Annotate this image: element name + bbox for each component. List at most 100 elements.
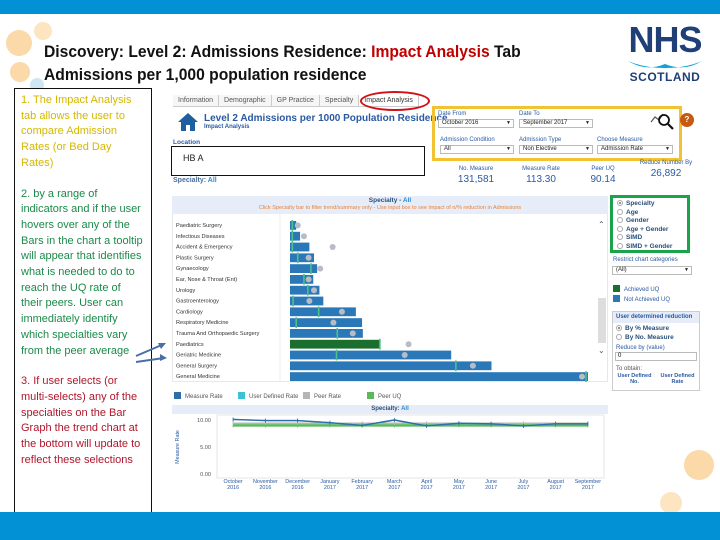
radio-gender[interactable]: Gender <box>617 217 683 226</box>
title-highlight: Impact Analysis <box>371 42 490 61</box>
peer-uq-marker <box>292 295 294 307</box>
category-label: Urology <box>176 288 195 294</box>
legend-label: Peer Rate <box>314 394 342 400</box>
choose-measure-value: Admission Rate <box>601 146 644 152</box>
date-from-select[interactable]: October 2016 ▼ <box>438 119 514 128</box>
radio-simd[interactable]: SIMD <box>617 234 683 243</box>
date-to-value: September 2017 <box>523 120 568 126</box>
bar[interactable] <box>290 361 492 371</box>
highlight-ring <box>360 91 430 111</box>
kpi-value: 113.30 <box>526 174 556 185</box>
legend-swatch <box>613 285 620 292</box>
peer-uq-marker <box>335 349 338 361</box>
bar[interactable] <box>290 318 363 327</box>
bar[interactable] <box>290 350 452 360</box>
admission-type-select[interactable]: Non Elective ▼ <box>519 145 593 154</box>
legend-swatch <box>367 392 374 399</box>
user-reduction-header: User determined reduction <box>613 312 699 323</box>
legend-label: Not Achieved UQ <box>624 297 671 303</box>
bar[interactable] <box>290 339 380 349</box>
restrict-value: (All) <box>616 267 627 273</box>
admission-type-label: Admission Type <box>519 137 562 143</box>
radio-label: By % Measure <box>625 325 670 332</box>
location-field[interactable]: HB A <box>171 146 425 176</box>
home-icon[interactable] <box>177 112 199 132</box>
peer-uq-marker <box>291 220 294 231</box>
radio-specialty[interactable]: Specialty <box>617 200 683 209</box>
bar-chart-title: Specialty - All <box>172 197 608 204</box>
bar[interactable] <box>290 307 356 317</box>
admission-condition-select[interactable]: All ▼ <box>440 145 514 154</box>
legend-label: Achieved UQ <box>624 287 660 293</box>
radio-icon <box>617 208 623 215</box>
category-label: Infectious Diseases <box>176 234 225 240</box>
radio-age[interactable]: Age <box>617 208 683 218</box>
trend-legend-peer-uq: Peer UQ <box>367 392 401 400</box>
tab-information[interactable]: Information <box>173 95 220 106</box>
kpi-measure-rate: Measure Rate 113.30 <box>513 166 569 185</box>
category-label: General Surgery <box>176 363 217 369</box>
chart-scrollbar[interactable]: ⌃ ⌄ <box>596 218 606 368</box>
legend-label: Measure Rate <box>185 394 223 400</box>
restrict-label: Restrict chart categories <box>613 257 678 263</box>
peer-rate-dot <box>294 222 301 229</box>
radio-by-number[interactable]: By No. Measure <box>613 333 699 343</box>
app-title: Level 2 Admissions per 1000 Population R… <box>204 113 448 124</box>
help-icon[interactable]: ? <box>680 113 694 127</box>
top-banner <box>0 0 720 14</box>
x-tick-label: 2016 <box>227 485 239 491</box>
chevron-down-icon: ▼ <box>665 146 670 152</box>
radio-label: SIMD + Gender <box>626 242 673 250</box>
tab-specialty[interactable]: Specialty <box>319 95 360 106</box>
x-tick-label: 2017 <box>324 485 336 491</box>
y-axis-label: Measure Rate <box>175 430 181 464</box>
kpi-label: Measure Rate <box>522 166 560 172</box>
tab-demographic[interactable]: Demographic <box>219 95 272 106</box>
category-label: Plastic Surgery <box>176 255 214 261</box>
radio-by-percent[interactable]: By % Measure <box>613 323 699 334</box>
note-1: 1. The Impact Analysis tab allows the us… <box>21 94 132 169</box>
kpi-label: Reduce Number By <box>639 160 693 166</box>
legend-swatch <box>613 295 620 302</box>
scroll-thumb[interactable] <box>598 298 606 343</box>
zoom-chart-icon[interactable] <box>650 110 674 130</box>
choose-measure-select[interactable]: Admission Rate ▼ <box>597 145 673 154</box>
peer-uq-marker <box>295 317 297 328</box>
x-tick-label: 2017 <box>388 485 400 491</box>
bar[interactable] <box>290 231 301 241</box>
trend-chart: 0.005.0010.00Measure RateOctober2016Nove… <box>175 414 605 491</box>
date-from-value: October 2016 <box>442 120 479 126</box>
legend-swatch <box>303 392 310 399</box>
tab-gp-practice[interactable]: GP Practice <box>271 95 320 106</box>
peer-rate-dot <box>305 254 312 261</box>
user-reduction-panel: User determined reduction By % Measure B… <box>612 311 700 391</box>
y-tick-label: 0.00 <box>200 472 211 478</box>
bar[interactable] <box>290 372 588 381</box>
category-label: Accident & Emergency <box>176 245 233 251</box>
note-2: 2. by a range of indicators and if the u… <box>21 187 143 357</box>
chevron-down-icon: ▼ <box>585 120 590 126</box>
decorative-circle <box>34 22 52 40</box>
radio-label: SIMD <box>626 234 643 241</box>
restrict-select[interactable]: (All) ▼ <box>612 266 692 275</box>
chevron-down-icon: ▼ <box>506 146 511 152</box>
bar[interactable] <box>290 264 318 273</box>
reduce-by-label: Reduce by (value) <box>616 345 665 351</box>
reduce-by-input[interactable]: 0 <box>615 352 697 361</box>
scroll-up-icon[interactable]: ⌃ <box>598 220 605 229</box>
peer-rate-dot <box>579 373 585 380</box>
trend-legend-peer-rate: Peer Rate <box>303 392 341 400</box>
radio-icon <box>616 333 622 340</box>
scroll-down-icon[interactable]: ⌄ <box>598 346 605 355</box>
date-to-select[interactable]: September 2017 ▼ <box>519 119 593 128</box>
radio-label: Age + Gender <box>626 225 669 233</box>
trend-header-text: Specialty: <box>371 406 402 412</box>
bar-chart: Paediatric Surgery Infectious Diseases Acc… <box>176 214 588 382</box>
title-line2: Admissions per 1,000 population residenc… <box>44 65 367 84</box>
radio-age-gender[interactable]: Age + Gender <box>617 225 683 235</box>
radio-simd-gender[interactable]: SIMD + Gender <box>617 242 683 252</box>
arrow-line <box>135 357 165 363</box>
choose-measure-label: Choose Measure <box>597 137 643 143</box>
admission-type-value: Non Elective <box>523 146 557 152</box>
legend-not-achieved: Not Achieved UQ <box>613 295 670 303</box>
